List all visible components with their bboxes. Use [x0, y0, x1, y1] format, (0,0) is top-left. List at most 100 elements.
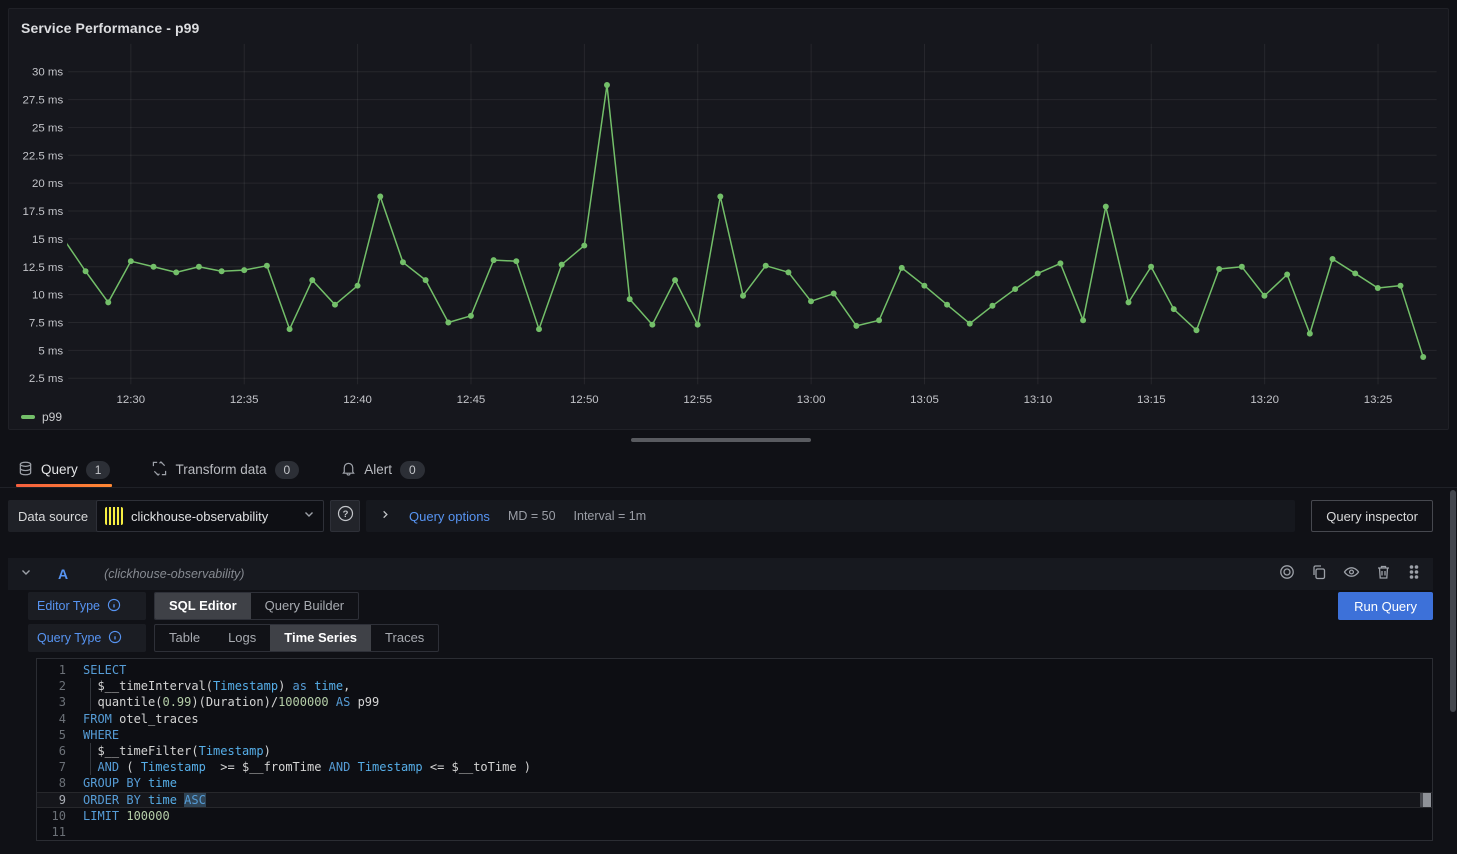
datasource-name: clickhouse-observability: [131, 509, 295, 524]
info-circle-icon: [107, 598, 121, 615]
legend-label: p99: [42, 410, 62, 424]
svg-text:25 ms: 25 ms: [32, 122, 63, 134]
interval-value: Interval = 1m: [574, 509, 647, 523]
timeseries-chart[interactable]: 30 ms 27.5 ms 25 ms 22.5 ms 20 ms 17.5 ms 15 m…: [9, 9, 1448, 429]
tab-transform-count: 0: [275, 461, 300, 479]
sql-code-editor[interactable]: 1SELECT2 $__timeInterval(Timestamp) as t…: [36, 658, 1433, 841]
query-type-segmented: TableLogsTime SeriesTraces: [154, 624, 439, 652]
sql-line-9: 9ORDER BY time ASC: [37, 792, 1432, 808]
svg-text:12:55: 12:55: [683, 394, 712, 406]
copy-icon[interactable]: [1311, 564, 1327, 585]
info-circle-icon: [108, 630, 122, 647]
panel-title: Service Performance - p99: [21, 20, 199, 36]
legend-series-color: [21, 415, 35, 419]
svg-text:17.5 ms: 17.5 ms: [22, 206, 63, 218]
editor-type-segmented: SQL EditorQuery Builder: [154, 592, 359, 620]
query-datasource-subtitle: (clickhouse-observability): [104, 567, 1269, 581]
tab-alert-label: Alert: [364, 462, 392, 477]
sql-line-2: 2 $__timeInterval(Timestamp) as time,: [37, 678, 1432, 694]
query-type-option-traces[interactable]: Traces: [371, 625, 438, 651]
svg-text:13:25: 13:25: [1364, 394, 1393, 406]
tab-alert[interactable]: Alert 0: [339, 452, 426, 487]
datasource-row: Data source clickhouse-observability ? Q…: [8, 500, 1433, 532]
svg-text:12:50: 12:50: [570, 394, 599, 406]
datasource-help-button[interactable]: ?: [330, 500, 360, 532]
trash-icon[interactable]: [1376, 564, 1391, 585]
tab-transform-data[interactable]: Transform data 0: [150, 452, 301, 487]
sql-line-7: 7 AND ( Timestamp >= $__fromTime AND Tim…: [37, 759, 1432, 775]
collapse-chevron-icon[interactable]: [20, 565, 32, 583]
sql-line-8: 8GROUP BY time: [37, 775, 1432, 791]
tab-query-count: 1: [86, 461, 111, 479]
question-circle-icon: ?: [337, 505, 354, 527]
datasource-picker[interactable]: clickhouse-observability: [96, 500, 324, 532]
svg-text:15 ms: 15 ms: [32, 234, 63, 246]
svg-text:?: ?: [342, 509, 348, 520]
query-type-option-logs[interactable]: Logs: [214, 625, 270, 651]
sql-line-1: 1SELECT: [37, 662, 1432, 678]
tab-alert-count: 0: [400, 461, 425, 479]
svg-text:12.5 ms: 12.5 ms: [22, 262, 63, 274]
run-query-button[interactable]: Run Query: [1338, 592, 1433, 620]
query-type-label: Query Type: [28, 624, 146, 652]
tab-transform-label: Transform data: [175, 462, 266, 477]
svg-text:12:35: 12:35: [230, 394, 259, 406]
panel-resize-handle[interactable]: [631, 438, 811, 442]
sql-line-5: 5WHERE: [37, 727, 1432, 743]
query-type-row: Query Type TableLogsTime SeriesTraces: [28, 624, 439, 652]
datasource-label: Data source: [8, 500, 98, 532]
editor-type-label: Editor Type: [28, 592, 146, 620]
svg-text:30 ms: 30 ms: [32, 67, 63, 79]
clickhouse-icon: [105, 507, 123, 525]
query-type-option-table[interactable]: Table: [155, 625, 214, 651]
sql-line-11: 11: [37, 824, 1432, 840]
sql-line-4: 4FROM otel_traces: [37, 711, 1432, 727]
svg-text:22.5 ms: 22.5 ms: [22, 150, 63, 162]
database-icon: [18, 461, 33, 479]
svg-text:2.5 ms: 2.5 ms: [29, 373, 64, 385]
eye-icon[interactable]: [1343, 564, 1360, 585]
grafana-panel-editor: 30 ms27.5 ms25 ms22.5 ms20 ms17.5 ms15 m…: [0, 0, 1457, 854]
sql-line-3: 3 quantile(0.99)(Duration)/1000000 AS p9…: [37, 694, 1432, 710]
transform-icon: [152, 461, 167, 479]
svg-text:20 ms: 20 ms: [32, 178, 63, 190]
svg-text:27.5 ms: 27.5 ms: [22, 95, 63, 107]
max-data-points: MD = 50: [508, 509, 556, 523]
sql-line-6: 6 $__timeFilter(Timestamp): [37, 743, 1432, 759]
chevron-right-icon: [380, 507, 391, 525]
query-type-label-text: Query Type: [37, 631, 101, 645]
circle-ring-icon[interactable]: [1279, 564, 1295, 585]
svg-text:12:40: 12:40: [343, 394, 372, 406]
legend-item-p99[interactable]: p99: [21, 410, 62, 424]
svg-text:13:20: 13:20: [1250, 394, 1279, 406]
editor-tabs: Query 1 Transform data 0 Alert 0: [0, 452, 1457, 488]
svg-text:13:10: 13:10: [1024, 394, 1053, 406]
tab-query[interactable]: Query 1: [16, 452, 112, 487]
overview-ruler-cursor: [1420, 793, 1431, 807]
query-ref-id: A: [58, 566, 68, 582]
svg-text:13:15: 13:15: [1137, 394, 1166, 406]
timeseries-panel: 30 ms 27.5 ms 25 ms 22.5 ms 20 ms 17.5 ms 15 m…: [8, 8, 1449, 430]
svg-text:10 ms: 10 ms: [32, 290, 63, 302]
query-inspector-button[interactable]: Query inspector: [1311, 500, 1433, 532]
page-scrollbar-thumb[interactable]: [1450, 490, 1456, 712]
editor-type-row: Editor Type SQL EditorQuery Builder: [28, 592, 359, 620]
editor-type-option-sql-editor[interactable]: SQL Editor: [155, 593, 251, 619]
chevron-down-icon: [303, 507, 315, 525]
editor-type-label-text: Editor Type: [37, 599, 100, 613]
svg-text:12:30: 12:30: [117, 394, 146, 406]
tab-query-label: Query: [41, 462, 78, 477]
query-type-option-time-series[interactable]: Time Series: [270, 625, 371, 651]
sql-line-10: 10LIMIT 100000: [37, 808, 1432, 824]
query-options-label: Query options: [409, 509, 490, 524]
drag-handle-icon[interactable]: [1407, 564, 1421, 585]
svg-text:12:45: 12:45: [457, 394, 486, 406]
query-row-header: A (clickhouse-observability): [8, 558, 1433, 590]
svg-text:5 ms: 5 ms: [38, 345, 63, 357]
editor-type-option-query-builder[interactable]: Query Builder: [251, 593, 358, 619]
query-options-toggle[interactable]: Query options MD = 50 Interval = 1m: [366, 500, 1295, 532]
svg-text:7.5 ms: 7.5 ms: [29, 317, 64, 329]
bell-icon: [341, 461, 356, 479]
svg-text:13:00: 13:00: [797, 394, 826, 406]
svg-text:13:05: 13:05: [910, 394, 939, 406]
